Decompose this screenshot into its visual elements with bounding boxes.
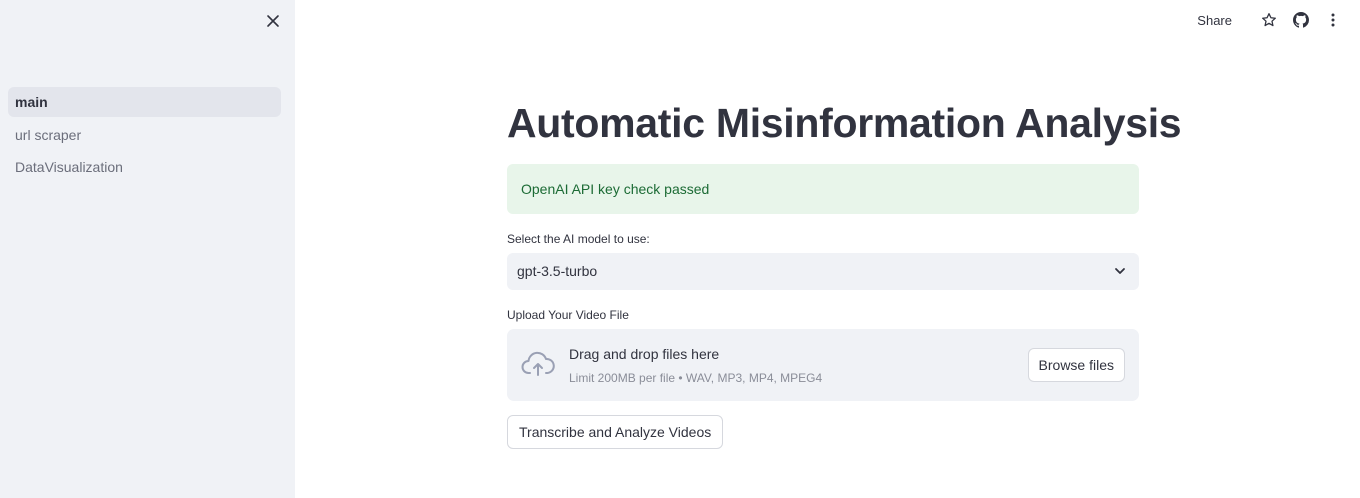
sidebar: main url scraper DataVisualization	[0, 0, 295, 498]
model-select[interactable]: gpt-3.5-turbo	[507, 253, 1139, 290]
github-icon[interactable]	[1292, 11, 1310, 29]
alert-text: OpenAI API key check passed	[521, 181, 710, 197]
cloud-upload-icon	[521, 351, 555, 379]
browse-files-button[interactable]: Browse files	[1027, 348, 1125, 382]
page-title: Automatic Misinformation Analysis	[507, 100, 1182, 146]
close-icon[interactable]	[264, 12, 282, 30]
success-alert: OpenAI API key check passed	[507, 164, 1139, 214]
sidebar-item-datavisualization[interactable]: DataVisualization	[8, 152, 281, 182]
star-icon[interactable]	[1260, 11, 1278, 29]
dropzone-subtitle: Limit 200MB per file • WAV, MP3, MP4, MP…	[569, 371, 823, 385]
sidebar-item-url-scraper[interactable]: url scraper	[8, 120, 281, 150]
upload-label: Upload Your Video File	[507, 308, 629, 322]
model-select-label: Select the AI model to use:	[507, 232, 650, 246]
chevron-down-icon	[1113, 264, 1127, 278]
dropzone-title: Drag and drop files here	[569, 346, 720, 362]
app-root: main url scraper DataVisualization Share	[0, 0, 1360, 498]
model-select-value: gpt-3.5-turbo	[517, 263, 598, 279]
sidebar-item-main[interactable]: main	[8, 87, 281, 117]
share-button[interactable]: Share	[1197, 13, 1232, 28]
sidebar-nav: main url scraper DataVisualization	[8, 87, 281, 185]
header-toolbar: Share	[1197, 8, 1342, 32]
file-dropzone[interactable]: Drag and drop files here Limit 200MB per…	[507, 329, 1139, 401]
transcribe-analyze-button[interactable]: Transcribe and Analyze Videos	[507, 415, 724, 449]
more-vertical-icon[interactable]	[1324, 11, 1342, 29]
